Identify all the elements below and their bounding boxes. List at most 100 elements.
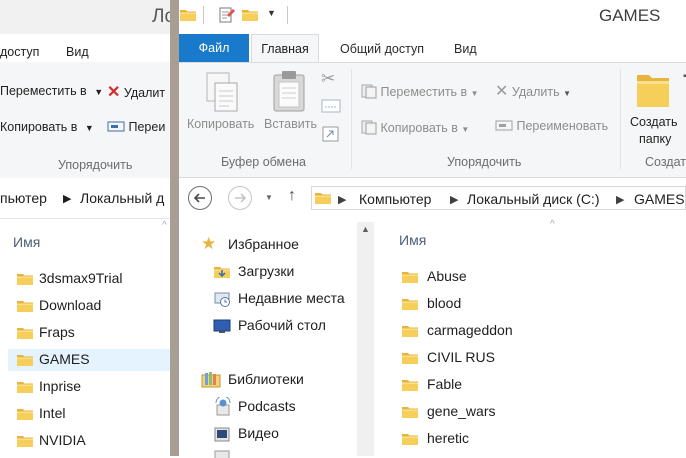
new-folder-icon[interactable] — [241, 7, 259, 23]
nav-item-desktop[interactable]: Рабочий стол — [179, 313, 354, 339]
bg-tab-view[interactable]: Вид — [66, 45, 89, 59]
bg-list-item[interactable]: Fraps — [16, 322, 175, 344]
move-to-icon — [361, 84, 377, 99]
column-header-name[interactable]: Имя — [399, 232, 426, 248]
nav-item-label: Недавние места — [238, 290, 345, 306]
copy-path-icon[interactable] — [321, 99, 341, 113]
nav-item-recent-places[interactable]: Недавние места — [179, 286, 354, 312]
cut-icon[interactable]: ✂ — [321, 69, 335, 89]
folder-icon — [16, 271, 34, 287]
bg-delete-button[interactable]: ✕ Удалит — [107, 82, 165, 102]
qat-dropdown-icon[interactable]: ▼ — [267, 8, 276, 18]
folder-item[interactable]: gene_wars — [401, 400, 681, 426]
folder-item-label: Fable — [427, 376, 463, 392]
bg-item-label: Inprise — [39, 378, 82, 394]
forward-arrow-icon[interactable] — [227, 185, 253, 211]
libraries-icon — [201, 372, 221, 388]
breadcrumb-local-disk[interactable]: Локальный диск (C:) — [467, 191, 600, 207]
bg-list-item[interactable]: Inprise — [16, 376, 175, 398]
new-folder-button-line1[interactable]: Создать — [630, 115, 678, 129]
nav-item-video[interactable]: Видео — [179, 421, 354, 447]
folder-icon — [401, 404, 419, 420]
move-to-button[interactable]: Переместить в ▼ — [361, 83, 479, 99]
tab-share[interactable]: Общий доступ — [340, 42, 424, 56]
chevron-down-icon: ▼ — [563, 89, 572, 98]
bg-column-header-name[interactable]: Имя — [13, 234, 40, 250]
folder-item-label: blood — [427, 295, 462, 311]
bg-list-item-selected[interactable]: GAMES — [8, 349, 175, 371]
chevron-down-icon: ▼ — [94, 87, 104, 97]
up-arrow-icon[interactable]: ↑ — [288, 187, 296, 205]
delete-x-icon: ✕ — [495, 83, 509, 100]
nav-pane-scrollbar[interactable]: ▲ — [357, 222, 374, 456]
tab-view[interactable]: Вид — [454, 42, 477, 56]
navigation-bar: ▼ ↑ ▶ Компьютер ▶ Локальный диск (C:) ▶ … — [179, 178, 686, 218]
delete-button[interactable]: ✕ Удалить ▼ — [495, 81, 571, 101]
back-arrow-icon[interactable] — [187, 185, 213, 211]
folder-item[interactable]: blood — [401, 292, 681, 318]
chevron-right-icon[interactable]: ▶ — [616, 193, 624, 206]
bg-list-item[interactable]: 3dsmax9Trial — [16, 268, 175, 290]
properties-icon[interactable] — [217, 6, 235, 24]
copy-to-button[interactable]: Копировать в ▼ — [361, 119, 469, 135]
rename-button[interactable]: Переименовать — [495, 119, 608, 133]
tab-home[interactable]: Главная — [251, 34, 319, 62]
folder-item[interactable]: Fable — [401, 373, 681, 399]
chevron-right-icon[interactable]: ▶ — [338, 193, 346, 206]
breadcrumb-games[interactable]: GAMES — [634, 191, 685, 207]
bg-list-item[interactable]: NVIDIA — [16, 430, 175, 452]
nav-item-label: Избранное — [228, 236, 299, 252]
delete-label: Удалить — [511, 85, 560, 99]
folder-item[interactable]: heretic — [401, 427, 681, 453]
breadcrumb-computer[interactable]: Компьютер — [359, 191, 431, 207]
background-explorer-window[interactable]: Ло доступ Вид Переместить в ▼ Копировать… — [0, 0, 175, 456]
rename-icon — [495, 120, 513, 131]
folder-item[interactable]: carmageddon — [401, 319, 681, 345]
podcasts-icon — [215, 397, 231, 416]
move-to-label: Переместить в — [380, 85, 468, 99]
video-library-icon — [214, 427, 230, 442]
recent-locations-dropdown-icon[interactable]: ▼ — [265, 193, 273, 202]
folder-icon — [401, 269, 419, 285]
bg-breadcrumb-disk[interactable]: Локальный д — [80, 190, 164, 206]
bg-list-item[interactable]: Download — [16, 295, 175, 317]
scroll-up-arrow-icon[interactable]: ▲ — [361, 224, 370, 234]
bg-delete-label: Удалит — [123, 86, 166, 100]
bg-rename-button[interactable]: Переи — [107, 120, 165, 134]
folder-icon — [16, 298, 34, 314]
bg-breadcrumb-computer[interactable]: пьютер — [0, 190, 47, 206]
bg-move-to-button[interactable]: Переместить в ▼ — [0, 84, 103, 98]
paste-shortcut-icon[interactable] — [321, 125, 341, 143]
ribbon-home: Копировать Вставить ✂ Буфер обмена Перем… — [179, 62, 686, 178]
bg-item-label: NVIDIA — [39, 432, 86, 448]
title-bar[interactable]: ▼ GAMES — [179, 0, 686, 34]
copy-button[interactable]: Копировать — [187, 117, 254, 131]
address-bar[interactable]: ▶ Компьютер ▶ Локальный диск (C:) ▶ GAME… — [311, 186, 686, 210]
folder-icon — [179, 7, 197, 23]
copy-to-icon — [361, 120, 377, 135]
folder-item-label: heretic — [427, 430, 470, 446]
nav-item-libraries[interactable]: Библиотеки — [179, 367, 354, 393]
folder-item[interactable]: Abuse — [401, 265, 681, 291]
paste-icon — [273, 71, 305, 112]
bg-tab-share[interactable]: доступ — [0, 45, 39, 59]
nav-item-downloads[interactable]: Загрузки — [179, 259, 354, 285]
copy-icon — [206, 72, 238, 112]
rename-icon — [107, 121, 125, 132]
nav-item-podcasts[interactable]: Podcasts — [179, 394, 354, 420]
paste-button[interactable]: Вставить — [264, 117, 317, 131]
folder-icon — [401, 377, 419, 393]
tab-file[interactable]: Файл — [179, 34, 249, 62]
chevron-right-icon[interactable]: ▶ — [450, 193, 458, 206]
nav-item-favorites[interactable]: ★ Избранное — [179, 232, 354, 258]
background-address-bar[interactable]: пьютер ▶ Локальный д — [0, 178, 175, 219]
folder-item[interactable]: CIVIL RUS — [401, 346, 681, 372]
bg-copy-to-button[interactable]: Копировать в ▼ — [0, 120, 94, 134]
bg-item-label: 3dsmax9Trial — [39, 270, 123, 286]
chevron-right-icon: ▶ — [63, 193, 72, 205]
organize-group-label: Упорядочить — [447, 155, 522, 169]
bg-list-item[interactable]: Intel — [16, 403, 175, 425]
bg-item-label: Intel — [39, 405, 66, 421]
new-folder-button-line2[interactable]: папку — [639, 132, 671, 146]
background-title-bar[interactable]: Ло — [0, 0, 175, 34]
